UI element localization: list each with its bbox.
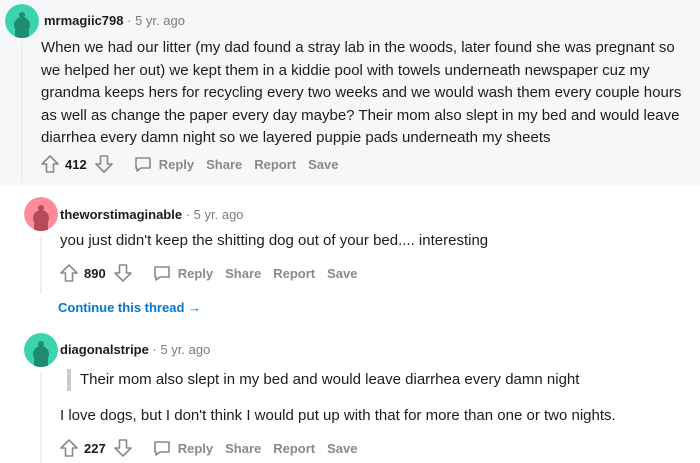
- upvote-icon[interactable]: [39, 153, 61, 175]
- thread-line[interactable]: [40, 372, 42, 463]
- comment-body: you just didn't keep the shitting dog ou…: [60, 232, 489, 249]
- snoo-avatar-icon: [24, 333, 58, 367]
- continue-thread-link[interactable]: Continue this thread →: [58, 300, 201, 315]
- upvote-icon[interactable]: [58, 262, 80, 284]
- share-button[interactable]: Share: [225, 441, 261, 456]
- comment-body: I love dogs, but I don't think I would p…: [60, 407, 616, 424]
- username[interactable]: theworstimaginable: [60, 207, 182, 222]
- vote-score: 412: [65, 156, 87, 172]
- reply-button[interactable]: Reply: [152, 263, 213, 283]
- reply-label: Reply: [177, 265, 214, 281]
- share-button[interactable]: Share: [225, 266, 261, 281]
- comment-bubble-icon: [153, 441, 170, 456]
- share-button[interactable]: Share: [206, 157, 242, 172]
- save-button[interactable]: Save: [327, 266, 357, 281]
- downvote-icon[interactable]: [112, 262, 134, 284]
- avatar[interactable]: [24, 333, 58, 367]
- comment-meta: theworstimaginable · 5 yr. ago: [60, 207, 244, 222]
- comment-bubble-icon: [134, 157, 151, 172]
- snoo-avatar-icon: [24, 197, 58, 231]
- comment-actions: 227 Reply Share Report Save: [58, 436, 358, 460]
- reply-label: Reply: [158, 156, 195, 172]
- save-button[interactable]: Save: [327, 441, 357, 456]
- comment-actions: 890 Reply Share Report Save: [58, 261, 358, 285]
- block-quote: Their mom also slept in my bed and would…: [67, 369, 579, 391]
- meta-separator: ·: [185, 207, 191, 222]
- comment-body: When we had our litter (my dad found a s…: [41, 39, 682, 146]
- meta-separator: ·: [127, 13, 132, 28]
- arrow-right-icon: →: [188, 300, 202, 315]
- thread-line[interactable]: [40, 236, 42, 294]
- save-button[interactable]: Save: [308, 157, 338, 172]
- thread-line[interactable]: [21, 42, 23, 182]
- report-button[interactable]: Report: [254, 157, 296, 172]
- reply-button[interactable]: Reply: [133, 154, 194, 174]
- avatar[interactable]: [24, 197, 58, 231]
- report-button[interactable]: Report: [273, 266, 315, 281]
- vote-score: 227: [84, 440, 106, 456]
- comment-meta: diagonalstripe · 5 yr. ago: [60, 342, 210, 357]
- downvote-icon[interactable]: [112, 437, 134, 459]
- comment-bubble-icon: [153, 266, 170, 281]
- timestamp[interactable]: 5 yr. ago: [135, 13, 185, 28]
- upvote-icon[interactable]: [58, 437, 80, 459]
- continue-thread-label: Continue this thread: [58, 300, 185, 315]
- avatar[interactable]: [5, 4, 39, 38]
- timestamp[interactable]: 5 yr. ago: [194, 207, 244, 222]
- vote-score: 890: [84, 265, 106, 281]
- comment-meta: mrmagiic798 · 5 yr. ago: [44, 13, 185, 28]
- username[interactable]: mrmagiic798: [44, 13, 124, 28]
- meta-separator: ·: [152, 342, 157, 357]
- reply-label: Reply: [177, 440, 214, 456]
- username[interactable]: diagonalstripe: [60, 342, 149, 357]
- report-button[interactable]: Report: [273, 441, 315, 456]
- reply-button[interactable]: Reply: [152, 438, 213, 458]
- snoo-avatar-icon: [5, 4, 39, 38]
- downvote-icon[interactable]: [93, 153, 115, 175]
- comment-actions: 412 Reply Share Report Save: [39, 152, 339, 176]
- timestamp[interactable]: 5 yr. ago: [160, 342, 210, 357]
